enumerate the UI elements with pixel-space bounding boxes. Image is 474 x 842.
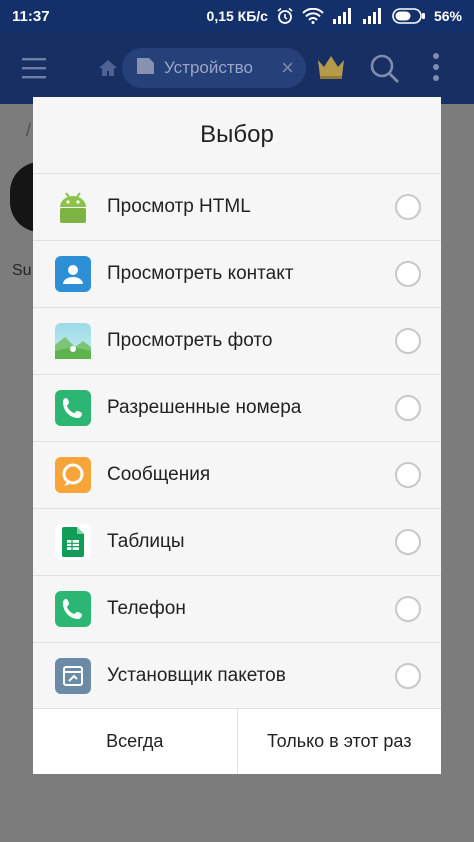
option-label: Просмотреть контакт xyxy=(107,263,294,284)
radio-button[interactable] xyxy=(395,395,421,421)
status-bar: 11:37 0,15 КБ/с 56% xyxy=(0,0,474,32)
option-package-installer[interactable]: Установщик пакетов xyxy=(33,643,441,710)
just-once-button[interactable]: Только в этот раз xyxy=(236,709,442,774)
dialog-title: Выбор xyxy=(200,121,274,148)
network-speed: 0,15 КБ/с xyxy=(206,8,268,24)
user-label: Su xyxy=(12,262,32,279)
contact-icon xyxy=(55,256,91,292)
signal-icon xyxy=(332,8,354,24)
phone-icon xyxy=(55,390,91,426)
option-sheets[interactable]: Таблицы xyxy=(33,509,441,576)
radio-button[interactable] xyxy=(395,529,421,555)
message-icon xyxy=(55,457,91,493)
tab-device[interactable]: Устройство × xyxy=(122,48,306,88)
always-button[interactable]: Всегда xyxy=(33,709,237,774)
option-view-contact[interactable]: Просмотреть контакт xyxy=(33,241,441,308)
radio-button[interactable] xyxy=(395,194,421,220)
battery-level: 56% xyxy=(433,8,462,24)
status-time: 11:37 xyxy=(12,7,50,25)
signal-icon xyxy=(362,8,384,24)
wifi-icon xyxy=(302,8,324,24)
battery-icon xyxy=(392,8,426,24)
search-icon[interactable] xyxy=(368,52,400,89)
phone-icon xyxy=(55,591,91,627)
tab-label: Устройство xyxy=(164,58,253,77)
option-allowed-numbers[interactable]: Разрешенные номера xyxy=(33,375,441,442)
radio-button[interactable] xyxy=(395,261,421,287)
more-options-icon[interactable] xyxy=(432,52,440,87)
option-label: Сообщения xyxy=(107,464,211,485)
option-label: Просмотреть фото xyxy=(107,330,273,351)
home-icon[interactable] xyxy=(98,58,118,83)
app-options-list: Просмотр HTML Просмотреть контакт Просмо… xyxy=(33,173,441,710)
radio-button[interactable] xyxy=(395,462,421,488)
menu-icon[interactable] xyxy=(14,48,54,88)
app-chooser-dialog: Выбор Просмотр HTML Просмотреть контакт … xyxy=(33,97,441,774)
close-icon[interactable]: × xyxy=(281,55,294,81)
option-html-viewer[interactable]: Просмотр HTML xyxy=(33,174,441,241)
radio-button[interactable] xyxy=(395,328,421,354)
photo-icon xyxy=(55,323,91,359)
option-messages[interactable]: Сообщения xyxy=(33,442,441,509)
option-view-photo[interactable]: Просмотреть фото xyxy=(33,308,441,375)
package-installer-icon xyxy=(55,658,91,694)
crown-icon[interactable] xyxy=(316,54,346,85)
path-breadcrumb: / xyxy=(26,120,32,140)
radio-button[interactable] xyxy=(395,596,421,622)
alarm-icon xyxy=(276,7,294,25)
option-phone[interactable]: Телефон xyxy=(33,576,441,643)
android-icon xyxy=(55,189,91,225)
dialog-actions: Всегда Только в этот раз xyxy=(33,708,441,774)
app-toolbar: Устройство × xyxy=(0,32,474,104)
status-indicators: 0,15 КБ/с 56% xyxy=(207,7,462,25)
option-label: Разрешенные номера xyxy=(107,397,302,418)
sdcard-icon xyxy=(134,57,156,80)
option-label: Таблицы xyxy=(107,531,185,552)
option-label: Телефон xyxy=(107,598,186,619)
radio-button[interactable] xyxy=(395,663,421,689)
sheets-icon xyxy=(55,524,91,560)
option-label: Установщик пакетов xyxy=(107,665,286,686)
option-label: Просмотр HTML xyxy=(107,196,251,217)
